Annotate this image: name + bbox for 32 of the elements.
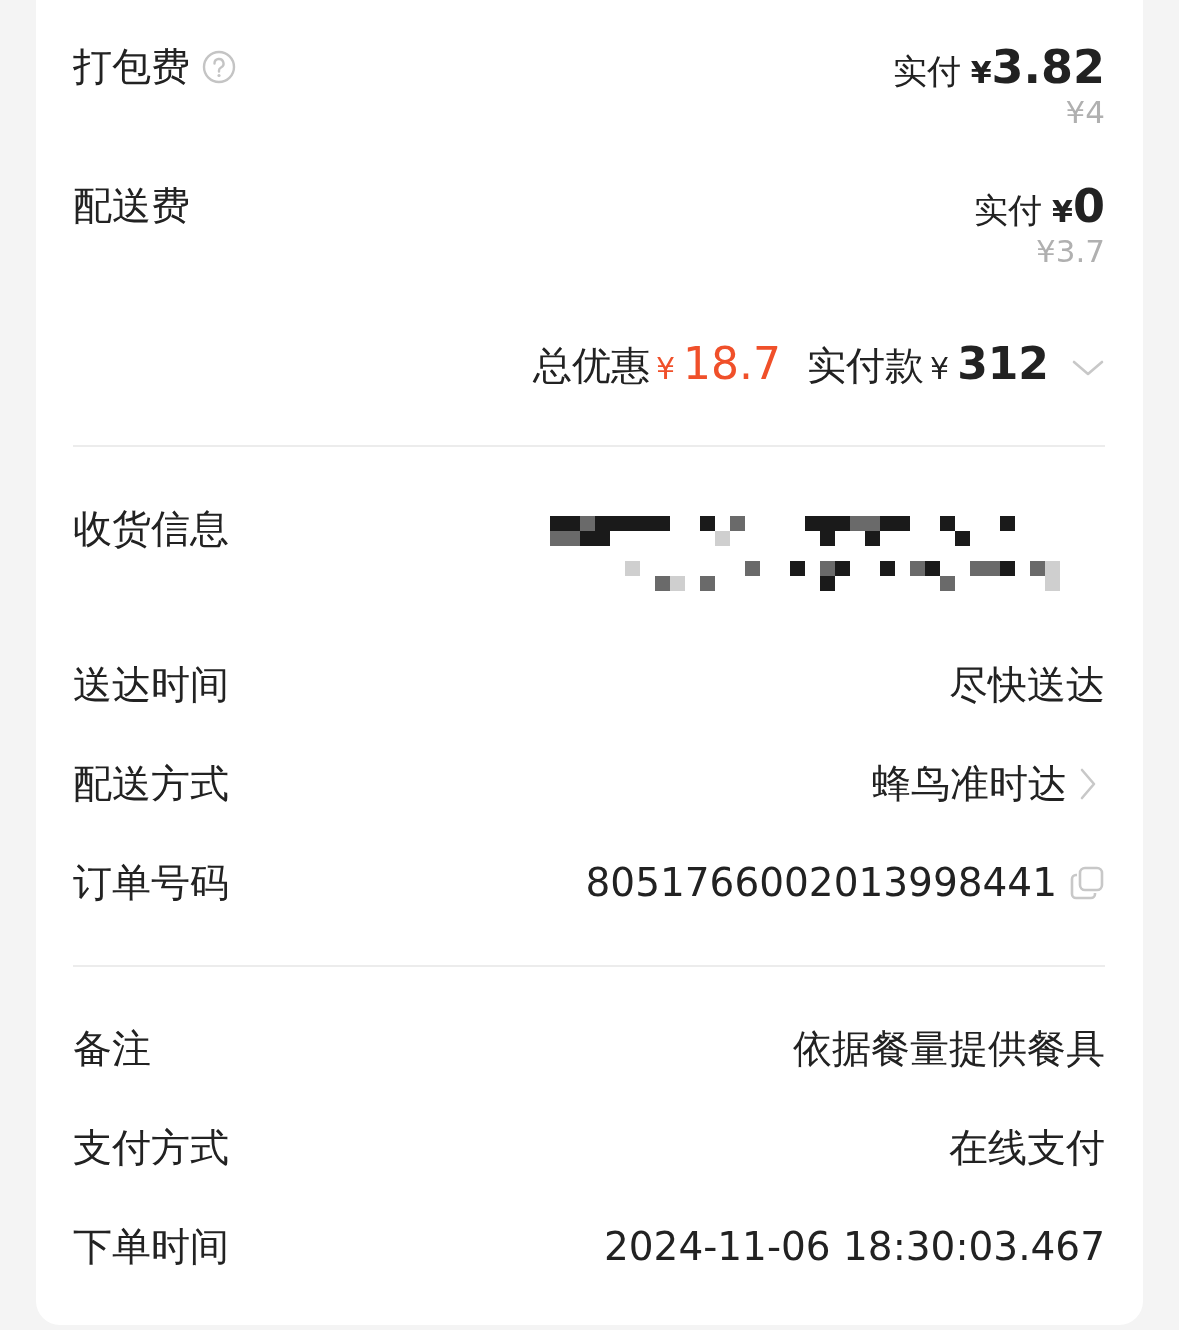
row-label: 订单号码 bbox=[73, 859, 229, 907]
paid-label: 实付 bbox=[892, 49, 961, 93]
currency-sign: ¥ bbox=[656, 351, 676, 386]
row-label: 收货信息 bbox=[73, 505, 229, 553]
fee-label: 配送费 bbox=[73, 182, 190, 230]
paid-amount: 3.82 bbox=[991, 39, 1105, 94]
row-value: 8051766002013998441 bbox=[585, 859, 1057, 907]
help-icon[interactable] bbox=[202, 50, 236, 84]
row-label: 送达时间 bbox=[73, 661, 229, 709]
row-label: 配送方式 bbox=[73, 760, 229, 808]
row-value: 在线支付 bbox=[949, 1124, 1105, 1172]
fee-label: 打包费 bbox=[73, 43, 190, 91]
row-label: 备注 bbox=[73, 1025, 151, 1073]
row-value: 2024-11-06 18:30:03.467 bbox=[603, 1223, 1105, 1271]
currency-sign: ¥ bbox=[1052, 193, 1073, 229]
copy-icon[interactable] bbox=[1069, 865, 1105, 901]
original-price: ¥4 bbox=[1065, 94, 1105, 130]
currency-sign: ¥ bbox=[970, 54, 992, 90]
row-label: 下单时间 bbox=[73, 1223, 229, 1271]
row-value: 尽快送达 bbox=[949, 661, 1105, 709]
total-amount: 312 bbox=[957, 338, 1049, 389]
discount-amount: 18.7 bbox=[683, 338, 782, 389]
paid-amount: 0 bbox=[1073, 178, 1105, 233]
currency-sign: ¥ bbox=[930, 351, 950, 386]
row-value: 依据餐量提供餐具 bbox=[793, 1025, 1105, 1073]
row-label: 支付方式 bbox=[73, 1124, 229, 1172]
original-price: ¥3.7 bbox=[1035, 233, 1105, 269]
paid-label: 实付 bbox=[974, 188, 1043, 232]
discount-label: 总优惠 bbox=[533, 342, 650, 390]
chevron-right-icon[interactable] bbox=[1079, 767, 1097, 801]
row-value: 蜂鸟准时达 bbox=[872, 760, 1067, 808]
total-label: 实付款 bbox=[807, 342, 925, 390]
